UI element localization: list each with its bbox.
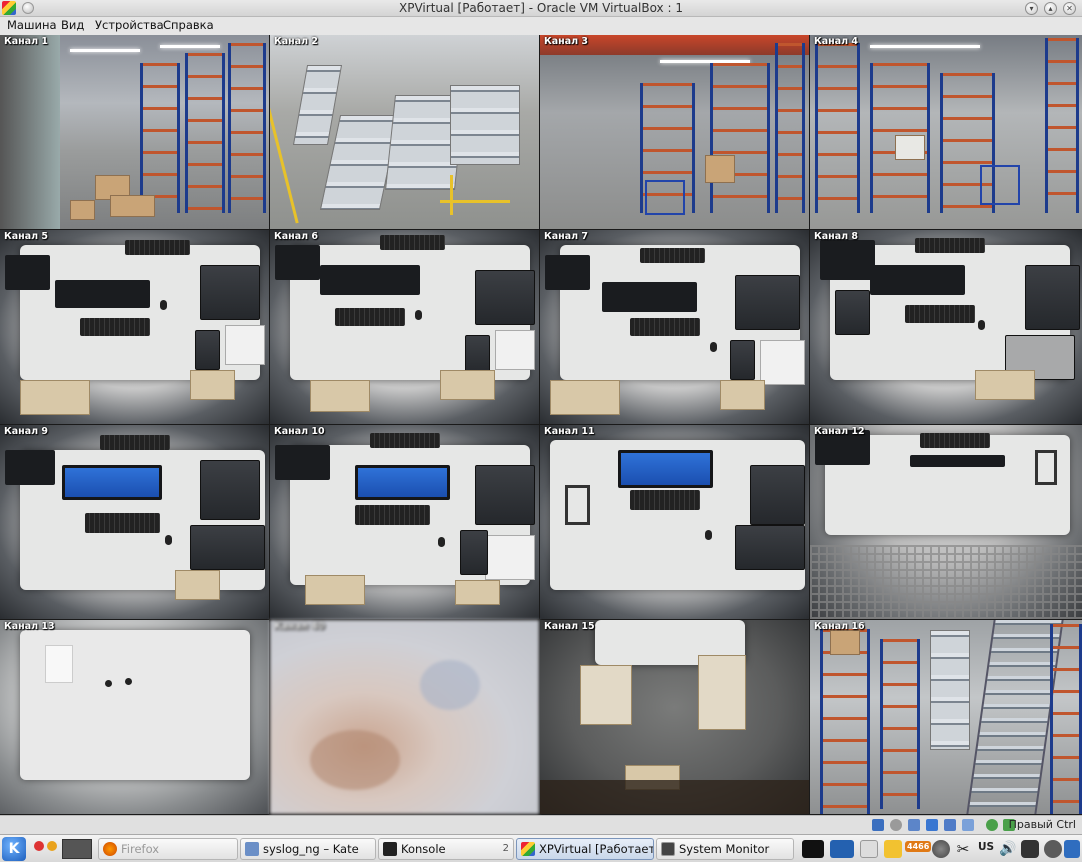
konsole-icon	[383, 842, 397, 856]
task-label: XPVirtual [Работает] - O	[539, 842, 654, 856]
floppy-icon[interactable]	[908, 819, 920, 831]
maximize-icon[interactable]: ▴	[1044, 2, 1057, 15]
camera-feed-11[interactable]: Канал 11	[540, 425, 809, 619]
kate-icon	[245, 842, 259, 856]
vm-status-bar: Правый Ctrl	[0, 815, 1082, 834]
camera-label: Канал 9	[4, 426, 49, 437]
camera-label: Канал 16	[814, 621, 865, 632]
camera-label: Канал 5	[4, 231, 49, 242]
camera-feed-7[interactable]: Канал 7	[540, 230, 809, 424]
desktop-2-icon[interactable]	[47, 841, 57, 851]
camera-feed-4[interactable]: Канал 4	[810, 35, 1082, 229]
close-icon[interactable]: ✕	[1063, 2, 1076, 15]
camera-feed-16[interactable]: Канал 16	[810, 620, 1082, 814]
display-icon[interactable]	[830, 840, 854, 858]
task-firefox[interactable]: Firefox	[98, 838, 238, 860]
camera-feed-8[interactable]: Канал 8	[810, 230, 1082, 424]
clock-icon[interactable]	[1044, 840, 1062, 858]
camera-feed-3[interactable]: Канал 3	[540, 35, 809, 229]
desktop-1-icon[interactable]	[34, 841, 44, 851]
camera-label: Канал 8	[814, 231, 859, 242]
lock-icon[interactable]	[1021, 840, 1039, 858]
show-desktop-icon[interactable]	[1064, 840, 1080, 858]
menu-devices[interactable]: Устройства	[95, 18, 164, 32]
menu-help[interactable]: Справка	[163, 18, 214, 32]
update-badge[interactable]: 4466	[905, 841, 932, 852]
network-icon[interactable]	[926, 819, 938, 831]
camera-label: Канал 11	[544, 426, 595, 437]
task-virtualbox[interactable]: XPVirtual [Работает] - O	[516, 838, 654, 860]
volume-icon[interactable]: 🔊	[999, 840, 1017, 858]
camera-feed-12[interactable]: Канал 12	[810, 425, 1082, 619]
hard-disk-icon[interactable]	[872, 819, 884, 831]
camera-label: Канал 40	[274, 621, 325, 632]
settings-icon[interactable]	[932, 840, 950, 858]
taskbar: K Firefox syslog_ng – Kate 2 Konsole 2 X…	[0, 834, 1082, 862]
task-label: syslog_ng – Kate	[263, 842, 359, 856]
camera-label: Канал 7	[544, 231, 589, 242]
task-label: System Monitor	[679, 842, 770, 856]
menu-view[interactable]: Вид	[61, 18, 84, 32]
optical-drive-icon[interactable]	[890, 819, 902, 831]
menu-bar: Машина Вид Устройства Справка	[0, 17, 1082, 35]
kde-menu-button[interactable]: K	[2, 837, 26, 861]
camera-feed-6[interactable]: Канал 6	[270, 230, 539, 424]
system-monitor-icon	[661, 842, 675, 856]
pager-icon[interactable]	[62, 839, 92, 859]
camera-label: Канал 4	[814, 36, 859, 47]
camera-feed-9[interactable]: Канал 9	[0, 425, 269, 619]
virtualbox-icon	[521, 842, 535, 856]
camera-feed-1[interactable]: Канал 1	[0, 35, 269, 229]
camera-grid: Канал 1 Канал 2 Канал 3 Канал 4 Канал 5 …	[0, 35, 1082, 815]
camera-feed-2[interactable]: Канал 2	[270, 35, 539, 229]
host-key-label: Правый Ctrl	[1008, 818, 1076, 831]
camera-label: Канал 15	[544, 621, 595, 632]
menu-machine[interactable]: Машина	[7, 18, 57, 32]
camera-label: Канал 1	[4, 36, 49, 47]
usb-icon[interactable]	[944, 819, 956, 831]
camera-label: Канал 2	[274, 36, 319, 47]
mail-icon[interactable]	[860, 840, 878, 858]
minimize-icon[interactable]: ▾	[1025, 2, 1038, 15]
camera-label: Канал 3	[544, 36, 589, 47]
camera-feed-10[interactable]: Канал 10	[270, 425, 539, 619]
title-bar: XPVirtual [Работает] - Oracle VM Virtual…	[0, 0, 1082, 17]
terminal-icon[interactable]	[802, 840, 824, 858]
notes-icon[interactable]	[884, 840, 902, 858]
task-konsole[interactable]: Konsole 2	[378, 838, 514, 860]
keyboard-layout[interactable]: US	[978, 841, 994, 853]
task-label: Firefox	[121, 842, 160, 856]
mouse-integration-icon[interactable]	[986, 819, 998, 831]
camera-feed-14[interactable]: Канал 40	[270, 620, 539, 814]
camera-feed-5[interactable]: Канал 5	[0, 230, 269, 424]
shared-folders-icon[interactable]	[962, 819, 974, 831]
camera-label: Канал 10	[274, 426, 325, 437]
window-title: XPVirtual [Работает] - Oracle VM Virtual…	[399, 1, 683, 15]
task-desktop-number: 2	[502, 843, 509, 854]
camera-feed-13[interactable]: Канал 13	[0, 620, 269, 814]
camera-label: Канал 12	[814, 426, 865, 437]
task-kate[interactable]: syslog_ng – Kate 2	[240, 838, 376, 860]
camera-label: Канал 6	[274, 231, 319, 242]
scissors-icon[interactable]: ✂	[954, 840, 972, 858]
task-label: Konsole	[401, 842, 446, 856]
firefox-icon	[103, 842, 117, 856]
camera-feed-15[interactable]: Канал 15	[540, 620, 809, 814]
camera-label: Канал 13	[4, 621, 55, 632]
task-system-monitor[interactable]: System Monitor	[656, 838, 794, 860]
